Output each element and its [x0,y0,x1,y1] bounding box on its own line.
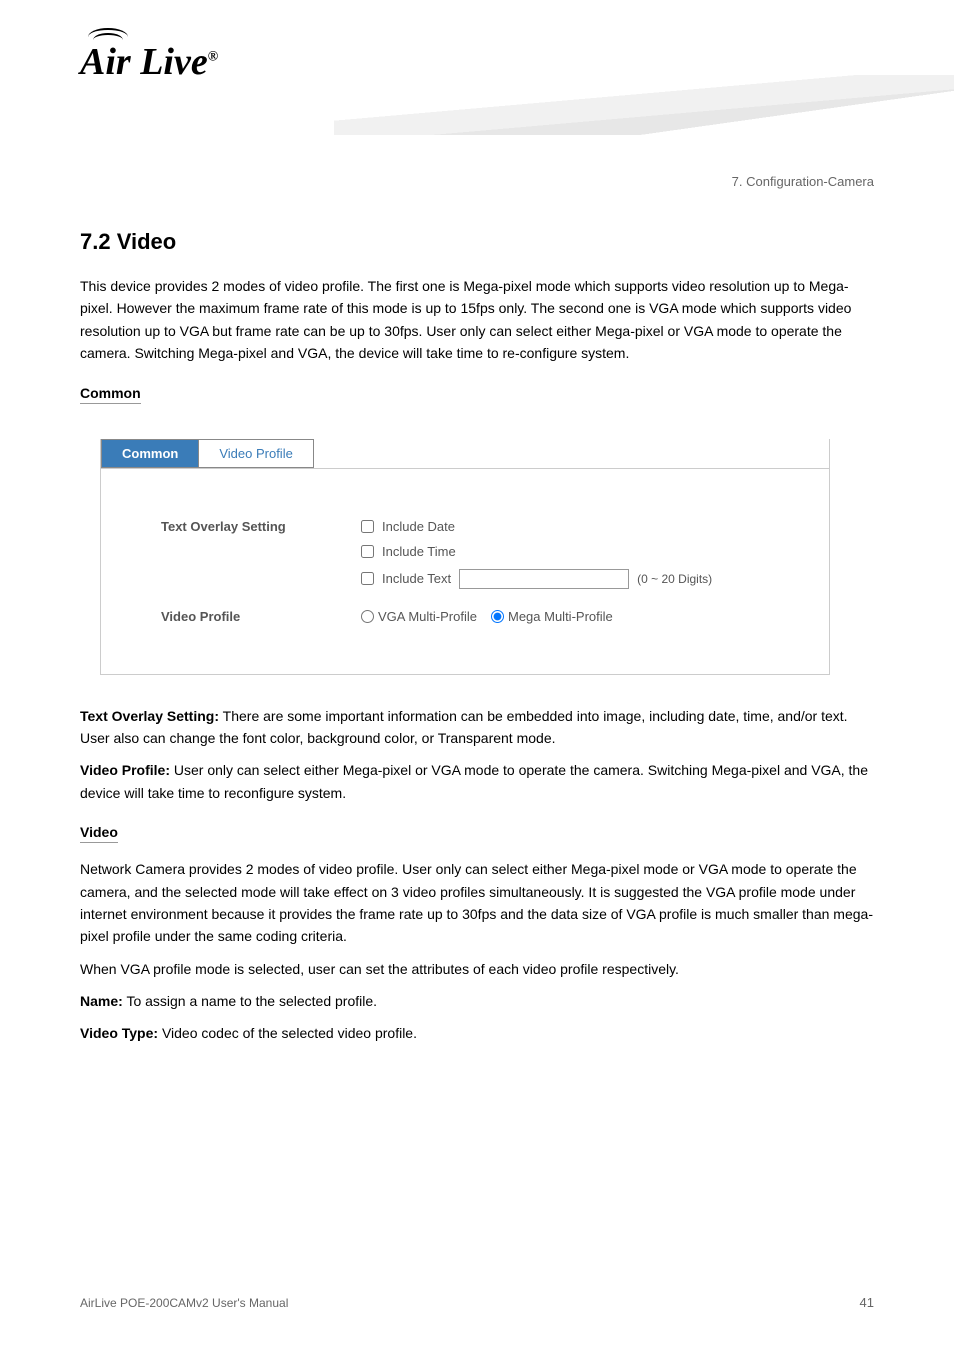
include-date-label: Include Date [382,519,455,534]
video-para1: Network Camera provides 2 modes of video… [80,858,874,948]
mega-radio-label: Mega Multi-Profile [508,609,613,624]
include-date-row: Include Date [361,519,789,534]
include-text-row: Include Text (0 ~ 20 Digits) [361,569,789,589]
include-text-checkbox[interactable] [361,572,374,585]
page-number: 41 [860,1295,874,1310]
include-text-label: Include Text [382,571,451,586]
text-overlay-desc-title: Text Overlay Setting: [80,708,219,724]
include-text-input[interactable] [459,569,629,589]
logo: Air Live® [80,40,218,84]
text-overlay-setting-row: Text Overlay Setting Include Date Includ… [161,519,789,599]
vga-radio-label: VGA Multi-Profile [378,609,477,624]
tab-bar: Common Video Profile [101,439,829,469]
text-overlay-controls: Include Date Include Time Include Text (… [361,519,789,599]
vga-radio[interactable] [361,610,374,623]
include-time-row: Include Time [361,544,789,559]
video-type-body: Video codec of the selected video profil… [162,1025,417,1041]
include-time-label: Include Time [382,544,456,559]
tab-video-profile[interactable]: Video Profile [199,439,313,468]
subsection-common: Common [80,385,141,404]
video-name-label: Name: [80,993,123,1009]
settings-panel: Common Video Profile Text Overlay Settin… [100,439,830,675]
video-profile-desc-title: Video Profile: [80,762,170,778]
header-decoration [334,75,954,135]
video-profile-label: Video Profile [161,609,361,624]
video-profile-desc-body: User only can select either Mega-pixel o… [80,762,868,800]
mega-radio[interactable] [491,610,504,623]
include-text-hint: (0 ~ 20 Digits) [637,572,712,586]
subsection-video: Video [80,824,118,843]
video-body: Network Camera provides 2 modes of video… [80,858,874,1045]
registered-icon: ® [208,49,218,64]
chapter-reference: 7. Configuration-Camera [80,174,874,189]
section-title: 7.2 Video [80,229,874,255]
video-profile-row: Video Profile VGA Multi-Profile Mega Mul… [161,609,789,624]
video-para2: When VGA profile mode is selected, user … [80,958,874,980]
intro-paragraph: This device provides 2 modes of video pr… [80,275,874,365]
include-date-checkbox[interactable] [361,520,374,533]
video-name-body: To assign a name to the selected profile… [126,993,377,1009]
video-type-label: Video Type: [80,1025,158,1041]
logo-wifi-icon [88,28,128,48]
text-overlay-description: Text Overlay Setting: There are some imp… [80,705,874,805]
tab-common[interactable]: Common [101,439,199,468]
video-profile-controls: VGA Multi-Profile Mega Multi-Profile [361,609,789,624]
settings-content: Text Overlay Setting Include Date Includ… [101,469,829,644]
footer-left: AirLive POE-200CAMv2 User's Manual [80,1296,288,1310]
text-overlay-label: Text Overlay Setting [161,519,361,534]
include-time-checkbox[interactable] [361,545,374,558]
